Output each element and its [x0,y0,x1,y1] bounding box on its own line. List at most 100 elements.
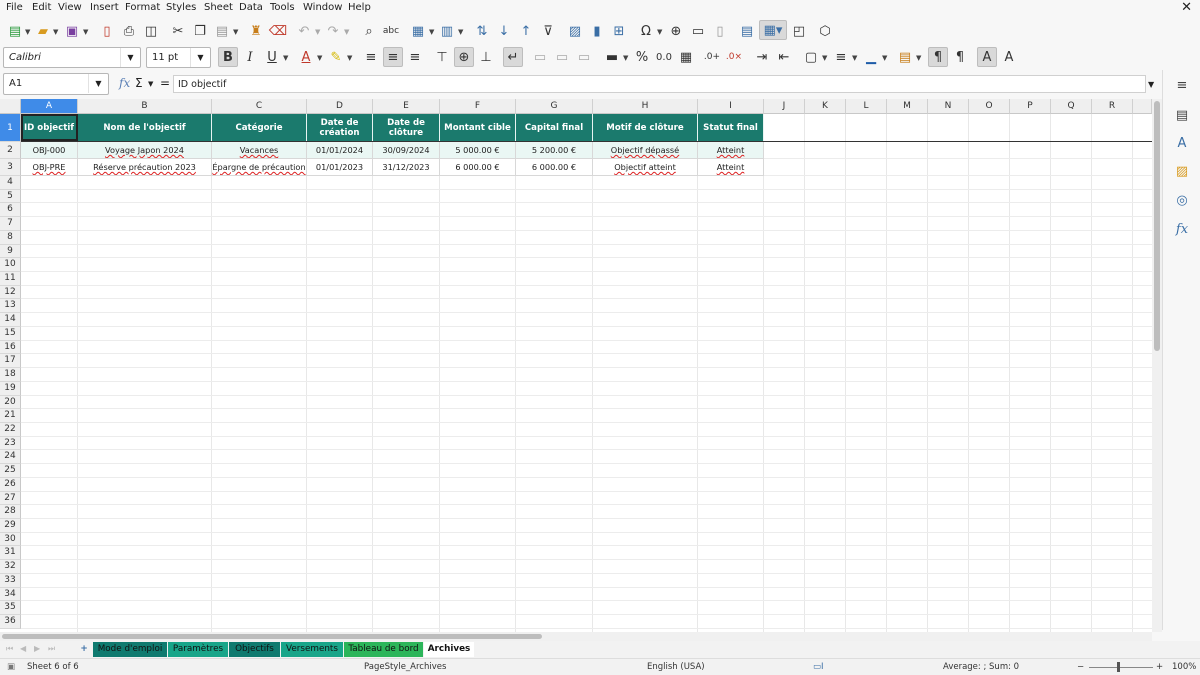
menu-window[interactable]: Window [303,2,342,13]
row-header[interactable]: 1 [0,114,21,142]
decrease-indent-icon[interactable]: ⇤ [774,47,794,67]
table-cell[interactable]: Épargne de précaution [212,159,307,176]
row-header[interactable]: 7 [0,217,21,231]
vertical-scrollbar[interactable] [1152,99,1162,632]
save-icon[interactable]: ▣ [62,21,82,41]
formula-input[interactable]: ID objectif [173,75,1146,93]
menu-help[interactable]: Help [348,2,371,13]
table-cell[interactable]: Atteint [698,142,764,159]
font-size-box[interactable]: 11 pt ▼ [146,47,211,68]
row-header[interactable]: 11 [0,272,21,286]
row-header[interactable]: 20 [0,395,21,410]
sheet-tab[interactable]: Paramètres [168,642,228,657]
align-top-icon[interactable]: ⊤ [432,47,452,67]
table-header-cell[interactable]: Date de création [307,114,373,141]
column-header[interactable]: A [21,99,78,114]
table-cell[interactable]: Atteint [698,159,764,176]
font-name-box[interactable]: Calibri ▼ [3,47,141,68]
column-header[interactable]: Q [1051,99,1092,114]
row-header[interactable]: 9 [0,244,21,259]
sheet-tab[interactable]: Archives [424,642,474,657]
text-language[interactable]: English (USA) [647,662,705,672]
insert-chart-icon[interactable]: ▮ [587,21,607,41]
export-pdf-icon[interactable]: ▯ [97,21,117,41]
redo-icon[interactable]: ↷ [323,21,343,41]
row-header[interactable]: 34 [0,587,21,602]
align-bottom-icon[interactable]: ⊥ [476,47,496,67]
row-header[interactable]: 15 [0,326,21,341]
headers-footers-icon[interactable]: ▯ [710,21,730,41]
row-header[interactable]: 8 [0,230,21,245]
zoom-slider[interactable] [1089,667,1153,668]
menu-styles[interactable]: Styles [166,2,196,13]
row-header[interactable]: 28 [0,505,21,519]
bold-icon[interactable]: B [218,47,238,67]
zoom-out-button[interactable]: − [1077,662,1084,672]
row-header[interactable]: 33 [0,573,21,588]
column-header[interactable]: R [1092,99,1133,114]
row-header[interactable]: 30 [0,532,21,547]
unmerge-cells-icon[interactable]: ▭ [574,47,594,67]
open-folder-icon[interactable]: ▰ [33,21,53,41]
row-header[interactable]: 31 [0,546,21,561]
column-header[interactable]: I [698,99,764,114]
paste-icon[interactable]: ▤ [212,21,232,41]
sort-ascending-icon[interactable]: ↓ [494,21,514,41]
table-cell[interactable]: 5 000.00 € [440,142,516,159]
underline-icon[interactable]: U [262,47,282,67]
wrap-text-icon[interactable]: ↵ [503,47,523,67]
row-header[interactable]: 12 [0,285,21,300]
table-cell[interactable]: Objectif atteint [593,159,698,176]
row-header[interactable]: 4 [0,176,21,190]
sheet-tab[interactable]: Tableau de bord [344,642,423,657]
borders-icon[interactable]: ▢ [801,47,821,67]
column-header[interactable]: E [373,99,440,114]
autofilter-icon[interactable]: ⊽ [538,21,558,41]
show-draw-functions-icon[interactable]: ⬡ [815,21,835,41]
document-modified-icon[interactable]: ▣ [7,662,15,672]
sheet-tab[interactable]: Versements [281,642,343,657]
italic-icon[interactable]: I [240,47,260,67]
new-document-icon[interactable]: ▤ [5,21,25,41]
text-direction-vertical-icon[interactable]: A [999,47,1019,67]
row-header[interactable]: 32 [0,560,21,574]
table-cell[interactable]: 6 000.00 € [440,159,516,176]
highlight-color-icon[interactable]: ✎ [326,47,346,67]
column-header[interactable]: D [307,99,373,114]
chevron-down-icon[interactable]: ▼ [88,74,108,93]
row-header[interactable]: 24 [0,450,21,465]
row-header[interactable]: 2 [0,142,21,159]
merge-center-icon[interactable]: ▭ [530,47,550,67]
row-header[interactable]: 3 [0,159,21,176]
align-center-icon[interactable]: ≡ [383,47,403,67]
row-icon[interactable]: ▦ [408,21,428,41]
zoom-slider-handle[interactable] [1117,662,1120,672]
sheet-position[interactable]: Sheet 6 of 6 [27,662,79,672]
first-sheet-icon[interactable]: ⏮ [6,644,13,654]
column-header[interactable]: P [1010,99,1051,114]
column-header[interactable]: B [78,99,212,114]
table-header-cell[interactable]: Montant cible [440,114,516,141]
table-cell[interactable]: 31/12/2023 [373,159,440,176]
menu-data[interactable]: Data [239,2,263,13]
column-header[interactable]: G [516,99,593,114]
column-icon[interactable]: ▥ [437,21,457,41]
row-header[interactable]: 23 [0,436,21,451]
comment-icon[interactable]: ▭ [688,21,708,41]
left-to-right-icon[interactable]: ¶ [928,47,948,67]
next-sheet-icon[interactable]: ▶ [34,644,40,653]
right-to-left-icon[interactable]: ¶ [950,47,970,67]
special-character-icon[interactable]: Ω [636,21,656,41]
chevron-down-icon[interactable]: ▼ [148,80,153,88]
font-color-icon[interactable]: A [296,47,316,67]
row-header[interactable]: 5 [0,189,21,204]
active-cell-header[interactable]: ID objectif [21,114,78,141]
table-cell[interactable]: OBJ-000 [21,142,78,159]
sum-icon[interactable]: Σ [135,76,143,90]
insert-image-icon[interactable]: ▨ [565,21,585,41]
sheet-tab[interactable]: Mode d'emploi [93,642,167,657]
column-header[interactable]: H [593,99,698,114]
sheet-tab[interactable]: Objectifs [229,642,280,657]
row-header[interactable]: 22 [0,422,21,437]
row-header[interactable]: 26 [0,477,21,492]
